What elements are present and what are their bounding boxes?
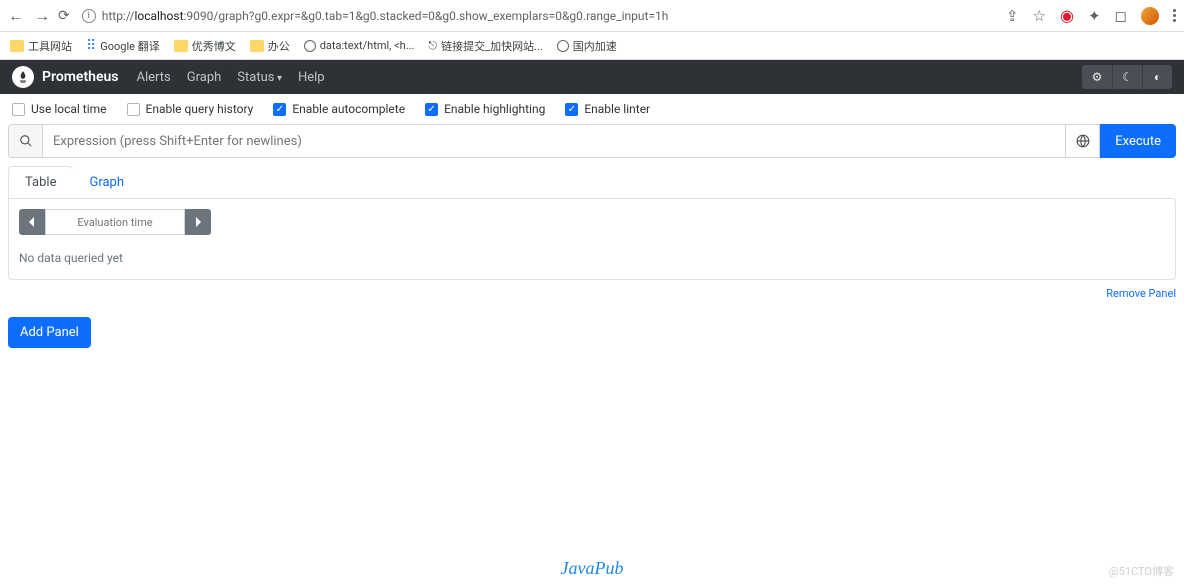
result-tabs: Table Graph [8, 166, 1176, 198]
remove-panel-link[interactable]: Remove Panel [1106, 287, 1176, 300]
checkbox-icon[interactable] [565, 103, 578, 116]
moon-icon[interactable]: ☾ [1112, 65, 1142, 89]
brand-label: Prometheus [42, 69, 119, 85]
folder-icon [174, 40, 188, 52]
settings-icon[interactable]: ⚙ [1082, 65, 1112, 89]
menu-icon[interactable] [1173, 9, 1176, 22]
browser-actions: ⇪ ☆ ◉ ✦ ◻ [1006, 6, 1176, 25]
remove-panel-row: Remove Panel [8, 286, 1176, 301]
nav-alerts[interactable]: Alerts [137, 70, 171, 85]
bookmark-item[interactable]: data:text/html, <h... [304, 39, 415, 52]
share-icon[interactable]: ⇪ [1006, 7, 1019, 25]
info-icon[interactable]: i [82, 9, 96, 23]
nav-help[interactable]: Help [298, 70, 325, 85]
nav-graph[interactable]: Graph [187, 70, 222, 85]
tab-table[interactable]: Table [8, 166, 73, 198]
expression-input[interactable] [42, 124, 1066, 158]
tab-graph[interactable]: Graph [72, 166, 141, 198]
bookmark-item[interactable]: 工具网站 [10, 38, 72, 54]
result-panel: No data queried yet [8, 198, 1176, 280]
opt-autocomplete[interactable]: Enable autocomplete [273, 102, 405, 116]
checkbox-icon[interactable] [12, 103, 25, 116]
nav-status[interactable]: Status [237, 70, 282, 85]
folder-icon [250, 40, 264, 52]
globe-icon [304, 40, 316, 52]
prometheus-logo-icon [12, 66, 34, 88]
app-navbar: Prometheus Alerts Graph Status Help ⚙ ☾ … [0, 60, 1184, 94]
javapub-watermark: JavaPub [0, 558, 1184, 579]
eval-time-input[interactable] [45, 209, 185, 235]
extensions-icon[interactable]: ✦ [1088, 7, 1101, 25]
forward-icon[interactable]: → [34, 6, 50, 26]
bookmark-item[interactable]: ⠿Google 翻译 [86, 38, 160, 54]
weibo-icon[interactable]: ◉ [1060, 6, 1074, 25]
no-data-message: No data queried yet [19, 247, 1165, 269]
opt-query-history[interactable]: Enable query history [127, 102, 254, 116]
opt-linter[interactable]: Enable linter [565, 102, 650, 116]
globe-icon [557, 40, 569, 52]
window-icon[interactable]: ◻ [1115, 7, 1127, 25]
profile-icon[interactable] [1141, 7, 1159, 25]
bookmarks-bar: 工具网站 ⠿Google 翻译 优秀博文 办公 data:text/html, … [0, 32, 1184, 60]
eval-next-button[interactable] [185, 209, 211, 235]
reload-icon[interactable]: ⟳ [58, 8, 70, 24]
address-bar[interactable]: i http://localhost:9090/graph?g0.expr=&g… [78, 9, 998, 23]
execute-button[interactable]: Execute [1100, 124, 1176, 158]
star-icon[interactable]: ☆ [1033, 7, 1046, 25]
search-icon [8, 124, 42, 158]
checkbox-icon[interactable] [425, 103, 438, 116]
back-icon[interactable]: ← [8, 6, 24, 26]
contrast-icon[interactable]: ◐ [1142, 65, 1172, 89]
cto-watermark: @51CTO博客 [1109, 563, 1174, 579]
eval-prev-button[interactable] [19, 209, 45, 235]
bookmark-item[interactable]: 国内加速 [557, 38, 617, 54]
checkbox-icon[interactable] [273, 103, 286, 116]
metrics-explorer-icon[interactable] [1066, 124, 1100, 158]
expression-row: Execute [8, 124, 1176, 158]
opt-highlighting[interactable]: Enable highlighting [425, 102, 545, 116]
add-panel-button[interactable]: Add Panel [8, 317, 91, 348]
brand[interactable]: Prometheus [12, 66, 119, 88]
folder-icon [10, 40, 24, 52]
checkbox-icon[interactable] [127, 103, 140, 116]
bookmark-item[interactable]: 优秀博文 [174, 38, 236, 54]
translate-icon: ⠿ [86, 38, 96, 54]
link-icon: ⎋ [428, 39, 437, 53]
bookmark-item[interactable]: ⎋链接提交_加快网站... [428, 38, 542, 54]
bookmark-item[interactable]: 办公 [250, 38, 290, 54]
eval-time-row [19, 209, 1165, 235]
url-text: http://localhost:9090/graph?g0.expr=&g0.… [102, 9, 669, 23]
browser-toolbar: ← → ⟳ i http://localhost:9090/graph?g0.e… [0, 0, 1184, 32]
opt-local-time[interactable]: Use local time [12, 102, 107, 116]
options-row: Use local time Enable query history Enab… [0, 94, 1184, 124]
